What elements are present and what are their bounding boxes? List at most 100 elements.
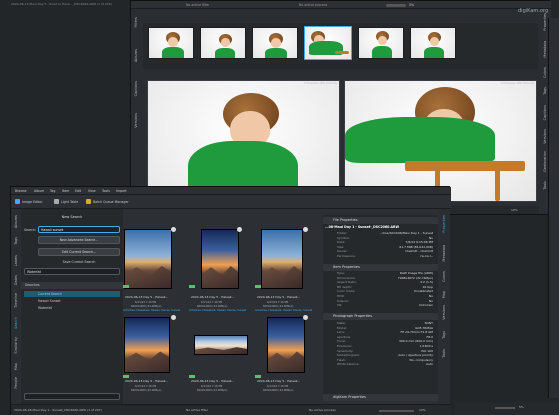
image-editor-button[interactable]: Image Editor bbox=[22, 200, 42, 204]
tab-tags-main[interactable]: Tags bbox=[14, 237, 18, 245]
edit-current-search-button[interactable]: Edit Current Search... bbox=[38, 248, 120, 256]
tab-geolocation[interactable]: Geolocation bbox=[543, 151, 547, 172]
grid-thumb-3 bbox=[261, 229, 303, 289]
tab-metadata-main[interactable]: Metadata bbox=[442, 245, 446, 262]
strip-thumb-5[interactable] bbox=[358, 27, 404, 59]
strip-thumb-3[interactable] bbox=[252, 27, 298, 59]
search-item-waterfall[interactable]: Waterfall bbox=[24, 305, 120, 311]
searches-header: Searches bbox=[21, 282, 123, 289]
tab-tags[interactable]: Tags bbox=[543, 87, 547, 95]
menu-bar: Browse Album Tag Item Edit View Tools Im… bbox=[11, 187, 451, 195]
tab-similarity[interactable]: Similarity bbox=[14, 337, 18, 354]
far-right-bottom-bar: 5% bbox=[455, 402, 559, 415]
batch-queue-button[interactable]: Batch Queue Manager bbox=[93, 200, 129, 204]
tab-versions[interactable]: Versions bbox=[134, 113, 138, 128]
strip-thumb-2[interactable] bbox=[200, 27, 246, 59]
photograph-properties-header[interactable]: Photograph Properties bbox=[323, 313, 438, 320]
main-left-tabbar: Albums Tags Labels Dates Timeline Search… bbox=[11, 209, 20, 404]
menu-import[interactable]: Import bbox=[116, 189, 127, 193]
tab-colors[interactable]: Colors bbox=[543, 67, 547, 78]
strip-thumb-4-selected[interactable] bbox=[304, 26, 352, 60]
new-advanced-search-button[interactable]: New Advanced Search... bbox=[38, 236, 120, 244]
main-window: Browse Album Tag Item Edit View Tools Im… bbox=[10, 186, 451, 415]
search-input[interactable]: Hawaii sunset bbox=[38, 226, 120, 233]
item-properties-header[interactable]: Item Properties bbox=[323, 264, 438, 271]
tab-tags-right[interactable]: Tags bbox=[442, 331, 446, 339]
right-preview-pane[interactable]: 0 Previews (PS) Preview bbox=[344, 80, 537, 202]
search-label: Search: bbox=[24, 228, 37, 232]
tab-labels[interactable]: Labels bbox=[14, 255, 18, 266]
grouping-icon bbox=[171, 315, 176, 320]
menu-album[interactable]: Album bbox=[34, 189, 44, 193]
strip-thumb-1[interactable] bbox=[148, 27, 194, 59]
zoom-slider[interactable] bbox=[386, 3, 406, 7]
grid-thumb-5 bbox=[194, 335, 248, 355]
thumbnail-grid: 2024-06-13 Day 5 - Haleak... 6/13/24 7:1… bbox=[123, 215, 319, 400]
tab-versions-right[interactable]: Versions bbox=[543, 129, 547, 144]
grid-item-2[interactable]: 2024-06-13 Day 5 - Haleak... 6/13/24 7:1… bbox=[189, 223, 251, 312]
menu-edit[interactable]: Edit bbox=[75, 189, 81, 193]
strip-thumb-6[interactable] bbox=[410, 27, 456, 59]
brand-label: digiKam.org bbox=[518, 8, 549, 14]
far-right-zoom-slider[interactable] bbox=[495, 407, 515, 409]
toolbar: Image Editor Light Table Batch Queue Man… bbox=[11, 195, 451, 209]
grid-item-4[interactable]: 2024-06-13 Day 5 - Haleak... 6/13/24 7:1… bbox=[123, 313, 185, 393]
item-properties-list: Type: RAW Image file (ARW) Dimensions: 700… bbox=[337, 271, 433, 308]
grid-item-5[interactable]: 2024-06-13 Day 5 - Haleak... 6/13/24 7:1… bbox=[189, 313, 251, 393]
grouping-icon bbox=[303, 315, 308, 320]
digikam-properties-header[interactable]: digiKam Properties bbox=[323, 394, 438, 401]
tab-timeline[interactable]: Timeline bbox=[14, 293, 18, 308]
flag-icon bbox=[123, 285, 129, 288]
filter-status[interactable]: No active filter bbox=[186, 3, 209, 7]
search-filter-input[interactable] bbox=[24, 393, 120, 400]
status-current-item: 2024-06-18-Maui Day 1 - Sunset_DSC2060.A… bbox=[14, 408, 102, 412]
file-properties-list: Folder: ...dros/2024/06/Maui Day 1 - Suns… bbox=[337, 231, 433, 259]
tab-properties[interactable]: Properties bbox=[543, 13, 547, 31]
tab-search[interactable]: Search bbox=[14, 317, 18, 329]
file-properties-header[interactable]: File Properties bbox=[323, 217, 438, 224]
menu-item[interactable]: Item bbox=[62, 189, 69, 193]
status-process[interactable]: No active process bbox=[309, 408, 336, 412]
grid-item-6[interactable]: 2024-06-13 Day 5 - Haleak... 6/13/24 7:1… bbox=[255, 313, 317, 393]
light-table-button[interactable]: Light Table bbox=[61, 200, 78, 204]
save-search-name-field[interactable]: Waterfall bbox=[24, 268, 120, 275]
tab-versions-main[interactable]: Versions bbox=[442, 305, 446, 320]
menu-tag[interactable]: Tag bbox=[50, 189, 55, 193]
tab-map-main[interactable]: Map bbox=[442, 291, 446, 298]
grouping-icon bbox=[171, 227, 176, 232]
process-status[interactable]: No active process bbox=[299, 3, 327, 7]
tab-tools-main[interactable]: Tools bbox=[442, 349, 446, 358]
tab-tools[interactable]: Tools bbox=[543, 181, 547, 190]
tab-map[interactable]: Map bbox=[14, 363, 18, 370]
tab-colors-main[interactable]: Colors bbox=[442, 271, 446, 282]
left-preview-pane[interactable]: 0 Previews (PS) Preview bbox=[147, 80, 340, 202]
menu-view[interactable]: View bbox=[88, 189, 96, 193]
prop-row: White balance: Auto bbox=[337, 362, 433, 367]
tab-captions-right[interactable]: Captions bbox=[543, 105, 547, 120]
save-current-search-label: Save Current Search bbox=[62, 260, 96, 264]
tab-captions[interactable]: Captions bbox=[134, 81, 138, 96]
grouping-icon bbox=[303, 227, 308, 232]
status-filter[interactable]: No active filter bbox=[186, 408, 208, 412]
menu-browse[interactable]: Browse bbox=[15, 189, 27, 193]
tab-people[interactable]: People bbox=[14, 377, 18, 389]
status-bar: 2024-06-18-Maui Day 1 - Sunset_DSC2060.A… bbox=[11, 404, 451, 415]
status-zoom-slider[interactable] bbox=[379, 409, 414, 412]
properties-panel: File Properties ...08-Maui Day 1 - Sunse… bbox=[323, 215, 438, 401]
right-preview-label: 0 Previews (PS) Preview bbox=[500, 81, 534, 85]
flag-icon bbox=[189, 375, 195, 378]
tab-filters[interactable]: Filters bbox=[134, 17, 138, 28]
left-preview-label: 0 Previews (PS) Preview bbox=[303, 81, 337, 85]
tab-properties-main[interactable]: Properties bbox=[442, 215, 446, 233]
tab-albums-main[interactable]: Albums bbox=[14, 215, 18, 228]
image-editor-icon bbox=[15, 199, 20, 204]
search-item-hawaii-sunset[interactable]: Hawaii Sunset bbox=[24, 298, 120, 304]
grid-item-1[interactable]: 2024-06-13 Day 5 - Haleak... 6/13/24 7:1… bbox=[123, 223, 185, 312]
tab-dates[interactable]: Dates bbox=[14, 275, 18, 285]
grid-item-3[interactable]: 2024-06-13 Day 5 - Haleak... 6/13/24 7:1… bbox=[255, 223, 317, 312]
menu-tools[interactable]: Tools bbox=[102, 189, 110, 193]
light-table-icon bbox=[54, 199, 59, 204]
search-item-current[interactable]: Current Search bbox=[24, 291, 120, 297]
tab-metadata[interactable]: Metadata bbox=[543, 41, 547, 58]
tab-albums[interactable]: Albums bbox=[134, 49, 138, 62]
